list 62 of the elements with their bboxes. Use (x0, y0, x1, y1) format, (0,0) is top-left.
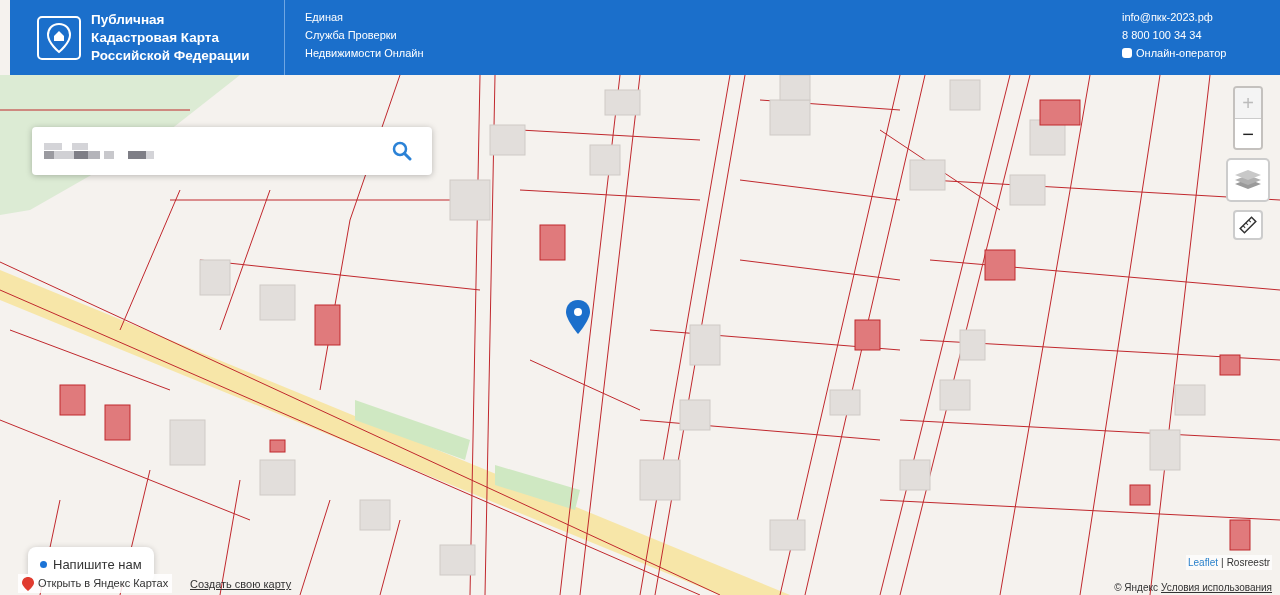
layers-button[interactable] (1226, 158, 1270, 202)
highlighted-building (539, 224, 566, 261)
copyright-text: © Яндекс (1114, 581, 1158, 595)
building (769, 99, 811, 136)
highlighted-building (854, 319, 881, 351)
building (449, 179, 491, 221)
building (259, 284, 296, 321)
building (829, 389, 861, 416)
building (899, 459, 931, 491)
operator-link[interactable]: Онлайн-оператор (1136, 44, 1227, 62)
email-link[interactable]: info@пкк-2023.рф (1122, 11, 1213, 23)
building (949, 79, 981, 111)
attribution-text: Rosreestr (1226, 557, 1270, 568)
location-pin-icon[interactable] (566, 300, 590, 334)
separator-text: | (1221, 557, 1224, 568)
highlighted-building (1039, 99, 1081, 126)
open-in-maps-link[interactable]: Открыть в Яндекс Картах (18, 574, 173, 593)
zoom-button[interactable]: − (1235, 118, 1261, 148)
building (359, 499, 391, 531)
tagline-text: Недвижимости Онлайн (305, 46, 425, 61)
building (1174, 384, 1206, 416)
site-title-line: Кадастровая Карта (91, 28, 220, 47)
terms-link[interactable]: Условия использования (1161, 580, 1272, 595)
highlighted-building (1229, 519, 1251, 551)
site-title-line: Публичная (91, 10, 166, 29)
search-field[interactable] (32, 127, 432, 175)
map-pin-house-logo-icon[interactable] (37, 15, 81, 60)
chat-bubble-icon (1122, 48, 1132, 58)
building (169, 419, 206, 466)
tagline-text: Служба Проверки (305, 28, 398, 43)
building (959, 329, 986, 361)
building (439, 544, 476, 576)
building (639, 459, 681, 501)
building (1009, 174, 1046, 206)
building (909, 159, 946, 191)
building (199, 259, 231, 296)
highlighted-building (984, 249, 1016, 281)
building (259, 459, 296, 496)
highlighted-building (1129, 484, 1151, 506)
ruler-button[interactable] (1233, 210, 1263, 240)
highlighted-building (269, 439, 286, 453)
building (939, 379, 971, 411)
site-title-line: Российской Федерации (91, 46, 250, 65)
ruler-icon (1239, 216, 1257, 234)
highlighted-building (1219, 354, 1241, 376)
building (589, 144, 621, 176)
create-map-link[interactable]: Создать свою карту (190, 576, 292, 593)
building (604, 89, 641, 116)
building (769, 519, 806, 551)
search-icon[interactable] (392, 141, 414, 161)
tagline-text: Единая (305, 10, 345, 25)
map-pin-icon (22, 577, 34, 591)
highlighted-building (59, 384, 86, 416)
highlighted-building (104, 404, 131, 441)
building (679, 399, 711, 431)
building (489, 124, 526, 156)
building (689, 324, 721, 366)
building (779, 74, 811, 101)
leaflet-link[interactable]: Leaflet (1188, 557, 1219, 568)
building (1149, 429, 1181, 471)
phone-number: 8 800 100 34 34 (1122, 28, 1203, 43)
highlighted-building (314, 304, 341, 346)
